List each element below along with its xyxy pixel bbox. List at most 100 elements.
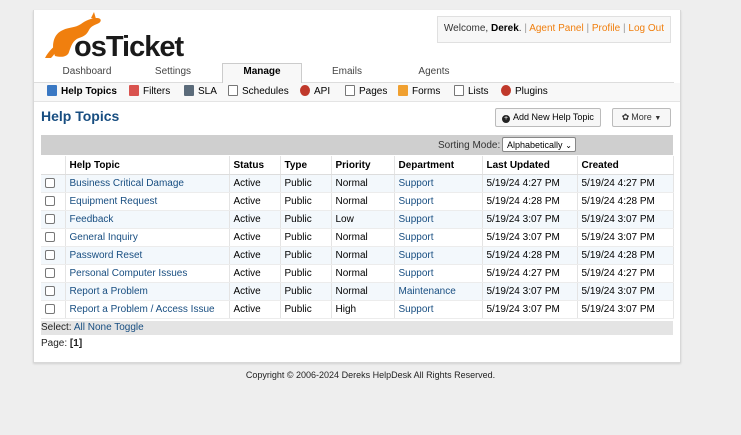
- select-checkbox[interactable]: [45, 250, 55, 261]
- sort-label: Sorting Mode:: [438, 140, 501, 151]
- tab-manage[interactable]: Manage: [222, 63, 302, 84]
- department-cell: Support: [394, 174, 483, 193]
- subnav-label: Pages: [359, 86, 388, 97]
- topic-link[interactable]: Password Reset: [70, 250, 143, 261]
- type-cell: Public: [280, 246, 332, 265]
- subnav-api[interactable]: API: [300, 85, 330, 99]
- select-none-link[interactable]: None: [88, 322, 112, 333]
- department-link[interactable]: Support: [399, 232, 434, 243]
- subnav-filters[interactable]: Filters: [129, 85, 170, 99]
- column-header[interactable]: Last Updated: [482, 156, 578, 175]
- column-header[interactable]: Department: [394, 156, 483, 175]
- checkbox-cell: [41, 300, 66, 319]
- department-link[interactable]: Maintenance: [399, 286, 456, 297]
- select-checkbox[interactable]: [45, 214, 55, 225]
- table-row[interactable]: Equipment Request Active Public Normal Suppo…: [41, 192, 674, 211]
- checkbox-cell: [41, 210, 66, 229]
- checkbox-cell: [41, 246, 66, 265]
- table-row[interactable]: Report a Problem Active Public Normal Mainte…: [41, 282, 674, 301]
- table-row[interactable]: Password Reset Active Public Normal Support 5…: [41, 246, 674, 265]
- table-row[interactable]: General Inquiry Active Public Normal Support…: [41, 228, 674, 247]
- topic-link[interactable]: Report a Problem: [70, 286, 148, 297]
- select-checkbox[interactable]: [45, 232, 55, 243]
- tab-settings[interactable]: Settings: [142, 64, 204, 82]
- add-help-topic-button[interactable]: + Add New Help Topic: [495, 108, 601, 127]
- table-row[interactable]: Feedback Active Public Low Support 5/19/24 3:…: [41, 210, 674, 229]
- status-cell: Active: [229, 192, 281, 211]
- select-checkbox[interactable]: [45, 178, 55, 189]
- help-topics-icon: [47, 85, 57, 96]
- type-cell: Public: [280, 210, 332, 229]
- department-link[interactable]: Support: [399, 268, 434, 279]
- select-checkbox[interactable]: [45, 268, 55, 279]
- column-header[interactable]: Type: [280, 156, 332, 175]
- subnav-help-topics[interactable]: Help Topics: [47, 85, 117, 99]
- select-all-link[interactable]: All: [74, 322, 85, 333]
- column-header[interactable]: Help Topic: [65, 156, 230, 175]
- subnav-lists[interactable]: Lists: [454, 85, 489, 99]
- subnav-pages[interactable]: Pages: [345, 85, 387, 99]
- column-header[interactable]: Created: [577, 156, 674, 175]
- tab-dashboard[interactable]: Dashboard: [54, 64, 120, 82]
- select-checkbox[interactable]: [45, 286, 55, 297]
- subnav-label: Forms: [412, 86, 441, 97]
- subnav-label: Lists: [468, 86, 489, 97]
- topic-link[interactable]: Feedback: [70, 214, 114, 225]
- tab-emails[interactable]: Emails: [324, 64, 370, 82]
- subnav-forms[interactable]: Forms: [398, 85, 440, 99]
- status-cell: Active: [229, 210, 281, 229]
- topic-link[interactable]: Report a Problem / Access Issue: [70, 304, 215, 315]
- department-cell: Support: [394, 264, 483, 283]
- select-checkbox[interactable]: [45, 196, 55, 207]
- topic-link[interactable]: Business Critical Damage: [70, 178, 185, 189]
- welcome-suffix: .: [518, 23, 522, 34]
- priority-cell: Normal: [331, 246, 395, 265]
- welcome-panel: Welcome, Derek. | Agent Panel | Profile …: [436, 16, 671, 43]
- gear-icon: ✿: [621, 112, 630, 122]
- table-row[interactable]: Business Critical Damage Active Public Norm…: [41, 174, 674, 193]
- sort-mode-select[interactable]: Alphabetically ⌄: [502, 137, 576, 152]
- tab-agents[interactable]: Agents: [406, 64, 462, 82]
- subnav-sla[interactable]: SLA: [184, 85, 217, 99]
- logout-link[interactable]: Log Out: [628, 23, 664, 34]
- status-cell: Active: [229, 246, 281, 265]
- more-button[interactable]: ✿ More ▼: [612, 108, 671, 127]
- table-row[interactable]: Personal Computer Issues Active Public Norm…: [41, 264, 674, 283]
- svg-text:osTicket: osTicket: [74, 31, 184, 60]
- topic-link[interactable]: General Inquiry: [70, 232, 138, 243]
- topic-link[interactable]: Equipment Request: [70, 196, 158, 207]
- department-cell: Support: [394, 210, 483, 229]
- department-link[interactable]: Support: [399, 304, 434, 315]
- select-toggle-link[interactable]: Toggle: [114, 322, 143, 333]
- current-page[interactable]: [1]: [70, 338, 82, 349]
- department-link[interactable]: Support: [399, 178, 434, 189]
- created-cell: 5/19/24 3:07 PM: [577, 300, 674, 319]
- status-cell: Active: [229, 264, 281, 283]
- type-cell: Public: [280, 192, 332, 211]
- created-cell: 5/19/24 4:27 PM: [577, 264, 674, 283]
- column-header[interactable]: Priority: [331, 156, 395, 175]
- topic-cell: Equipment Request: [65, 192, 230, 211]
- subnav-label: Help Topics: [61, 86, 117, 97]
- priority-cell: Low: [331, 210, 395, 229]
- kangaroo-logo-icon: osTicket: [45, 12, 185, 63]
- department-link[interactable]: Support: [399, 196, 434, 207]
- subnav-label: SLA: [198, 86, 217, 97]
- select-label: Select:: [41, 322, 72, 333]
- profile-link[interactable]: Profile: [592, 23, 620, 34]
- separator: |: [524, 23, 527, 34]
- table-row[interactable]: Report a Problem / Access Issue Active Pub…: [41, 300, 674, 319]
- column-header[interactable]: Status: [229, 156, 281, 175]
- department-link[interactable]: Support: [399, 250, 434, 261]
- select-checkbox[interactable]: [45, 304, 55, 315]
- logo[interactable]: osTicket: [41, 12, 191, 63]
- subnav-plugins[interactable]: Plugins: [501, 85, 548, 99]
- agent-panel-link[interactable]: Agent Panel: [529, 23, 584, 34]
- subnav-schedules[interactable]: Schedules: [228, 85, 289, 99]
- sla-icon: [184, 85, 194, 96]
- plugins-icon: [501, 85, 511, 96]
- priority-cell: Normal: [331, 174, 395, 193]
- topic-link[interactable]: Personal Computer Issues: [70, 268, 188, 279]
- topic-cell: General Inquiry: [65, 228, 230, 247]
- department-link[interactable]: Support: [399, 214, 434, 225]
